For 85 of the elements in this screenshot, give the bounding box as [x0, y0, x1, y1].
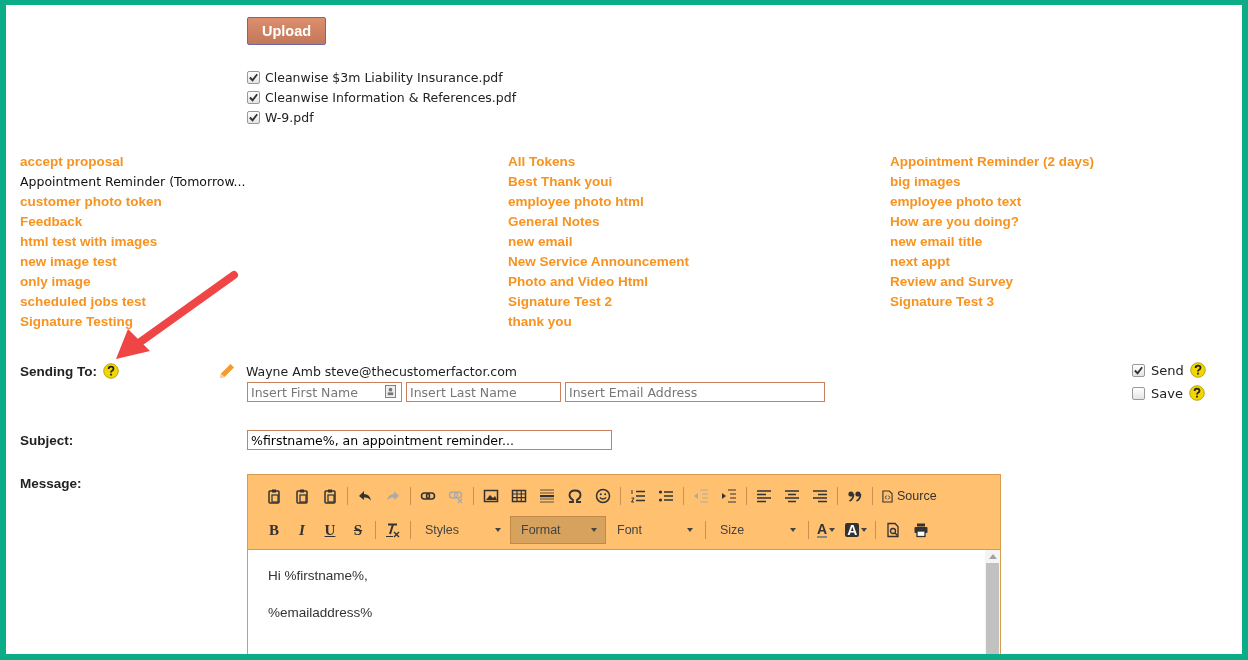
field-label: Message: [20, 474, 83, 492]
template-link[interactable]: Appointment Reminder (2 days) [890, 152, 1242, 172]
align-left-icon [756, 488, 772, 504]
template-link[interactable]: scheduled jobs test [20, 292, 508, 312]
strike-button[interactable]: S [344, 517, 372, 543]
toolbar-dropdown[interactable]: Styles [414, 516, 510, 544]
bulllist-icon [658, 488, 674, 504]
checkbox[interactable] [1132, 386, 1145, 400]
template-link[interactable]: Signature Testing [20, 312, 508, 332]
template-link[interactable]: employee photo html [508, 192, 890, 212]
upload-button[interactable]: Upload [247, 17, 327, 45]
template-link[interactable]: new email [508, 232, 890, 252]
field-label: Subject: [20, 431, 75, 449]
template-link[interactable]: employee photo text [890, 192, 1242, 212]
template-link[interactable]: General Notes [508, 212, 890, 232]
template-link[interactable]: Signature Test 2 [508, 292, 890, 312]
hline-icon [539, 488, 555, 504]
help-icon[interactable] [1188, 385, 1205, 401]
toolbar-dropdown[interactable]: Size [709, 516, 805, 544]
input-field[interactable]: Insert Last Name [406, 382, 561, 402]
underline-button[interactable]: U [316, 517, 344, 543]
print-icon [913, 522, 930, 538]
template-link[interactable]: new image test [20, 252, 508, 272]
italic-button[interactable]: I [288, 517, 316, 543]
template-link[interactable]: New Service Announcement [508, 252, 890, 272]
checkbox[interactable] [247, 70, 260, 84]
paste-text-icon [294, 488, 310, 504]
template-link[interactable]: thank you [508, 312, 890, 332]
input-field[interactable]: Insert Email Address [565, 382, 825, 402]
contact-card-icon[interactable] [385, 385, 396, 398]
preview-icon [885, 522, 902, 538]
option-label: Save [1151, 385, 1183, 401]
table-icon [511, 488, 527, 504]
checkbox[interactable] [247, 90, 260, 104]
subject-field[interactable]: %firstname%, an appointment reminder... [247, 430, 612, 450]
rich-text-editor[interactable]: Source B I U S Styles Format Font Size A A Hi %firstname%, %emailaddress% [247, 474, 1001, 654]
checkbox[interactable] [1132, 363, 1145, 377]
paste-word-icon [322, 488, 338, 504]
attachment-name: Cleanwise Information & References.pdf [265, 89, 517, 105]
checkbox[interactable] [247, 110, 260, 124]
template-link[interactable]: html test with images [20, 232, 508, 252]
template-link[interactable]: new email title [890, 232, 1242, 252]
align-right-icon [812, 488, 828, 504]
outdent-icon [693, 488, 709, 504]
template-link[interactable]: Photo and Video Html [508, 272, 890, 292]
bold-button[interactable]: B [260, 517, 288, 543]
unlink-icon [448, 488, 464, 504]
message-text: Hi %firstname%, [268, 568, 369, 583]
template-link[interactable]: Appointment Reminder (Tomorrow... [20, 172, 508, 192]
template-link[interactable]: big images [890, 172, 1242, 192]
attachment-name: Cleanwise $3m Liability Insurance.pdf [265, 69, 503, 85]
numlist-icon [630, 488, 646, 504]
recipient-text: Wayne Amb steve@thecustomerfactor.com [246, 363, 518, 379]
template-link[interactable]: Review and Survey [890, 272, 1242, 292]
quote-icon [847, 488, 863, 504]
template-link[interactable]: next appt [890, 252, 1242, 272]
background-color-button[interactable]: A [840, 517, 873, 543]
source-button[interactable]: Source [876, 489, 943, 503]
align-center-icon [784, 488, 800, 504]
template-link[interactable]: accept proposal [20, 152, 508, 172]
template-link[interactable]: All Tokens [508, 152, 890, 172]
template-link[interactable]: How are you doing? [890, 212, 1242, 232]
toolbar-dropdown[interactable]: Format [510, 516, 606, 544]
removeformat-icon [385, 522, 401, 538]
text-color-button[interactable]: A [812, 517, 841, 543]
template-link[interactable]: only image [20, 272, 508, 292]
image-icon [483, 488, 499, 504]
field-label: Sending To: [20, 363, 97, 379]
template-link[interactable]: Best Thank youi [508, 172, 890, 192]
template-link[interactable]: customer photo token [20, 192, 508, 212]
help-icon[interactable] [103, 363, 119, 379]
scrollbar[interactable] [985, 550, 1000, 654]
smiley-icon [595, 488, 611, 504]
attachment-name: W-9.pdf [265, 109, 314, 125]
template-link[interactable]: Feedback [20, 212, 508, 232]
option-label: Send [1151, 362, 1184, 378]
indent-icon [721, 488, 737, 504]
help-icon[interactable] [1189, 362, 1206, 378]
toolbar-dropdown[interactable]: Font [606, 516, 702, 544]
omega-icon [567, 488, 583, 504]
template-link[interactable]: Signature Test 3 [890, 292, 1242, 312]
message-text: %emailaddress% [268, 605, 374, 620]
code-file-icon [882, 489, 893, 503]
input-field[interactable]: Insert First Name [247, 382, 402, 402]
paste-icon [266, 488, 282, 504]
